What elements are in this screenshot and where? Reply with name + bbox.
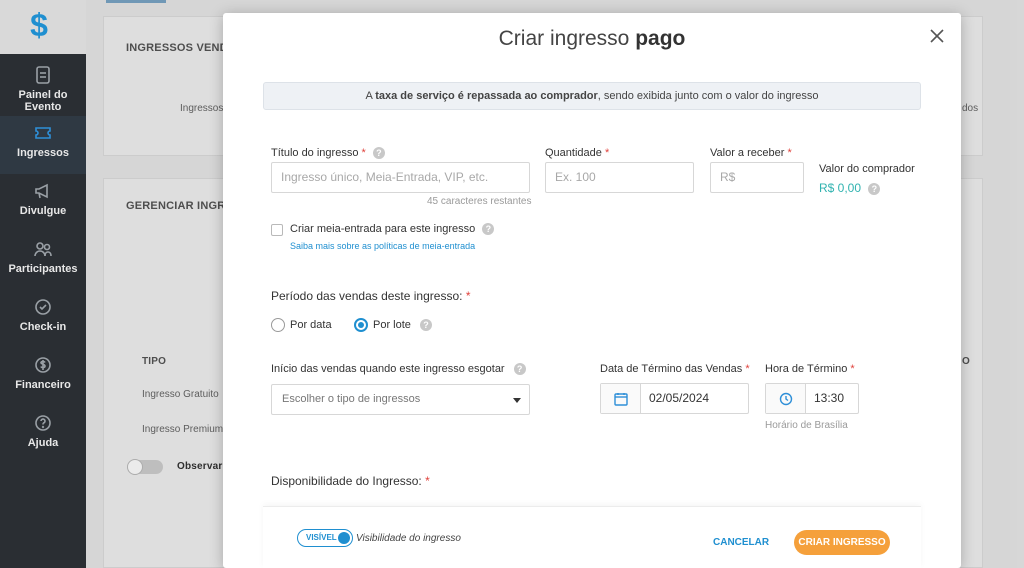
- sidebar-item-participantes[interactable]: Participantes: [0, 232, 86, 290]
- data-termino-value: 02/05/2024: [649, 391, 710, 405]
- hora-termino-input[interactable]: 13:30: [765, 383, 859, 414]
- required-mark: *: [745, 363, 750, 375]
- meia-entrada-checkbox[interactable]: [271, 224, 283, 236]
- sidebar-item-label: Participantes: [8, 263, 78, 275]
- sidebar-item-divulgue[interactable]: Divulgue: [0, 174, 86, 232]
- required-mark: *: [787, 147, 792, 159]
- inicio-select[interactable]: Escolher o tipo de ingressos: [271, 384, 530, 415]
- question-icon: [33, 413, 53, 433]
- meia-entrada-label: Criar meia-entrada para este ingresso ?: [290, 223, 495, 236]
- service-fee-banner: A taxa de serviço é repassada ao comprad…: [263, 82, 921, 110]
- titulo-label-text: Título do ingresso: [271, 147, 359, 159]
- valor-label-text: Valor a receber: [710, 147, 785, 159]
- title-bold: pago: [635, 27, 686, 50]
- comprador-label: Valor do comprador: [819, 163, 915, 175]
- hora-termino-label: Hora de Término *: [765, 363, 855, 375]
- calendar-icon[interactable]: [601, 384, 641, 413]
- periodo-label: Período das vendas deste ingresso: *: [271, 289, 470, 303]
- logo-area: $: [0, 0, 86, 54]
- banner-bold: taxa de serviço é repassada ao comprador: [375, 90, 598, 102]
- valor-input[interactable]: R$: [710, 162, 804, 193]
- clock-icon[interactable]: [766, 384, 806, 413]
- disponibilidade-label: Disponibilidade do Ingresso: *: [271, 474, 430, 488]
- hora-termino-label-text: Hora de Término: [765, 363, 848, 375]
- users-icon: [33, 239, 53, 259]
- help-icon[interactable]: ?: [372, 147, 385, 160]
- titulo-char-count: 45 caracteres restantes: [427, 196, 532, 207]
- sidebar-item-ingressos[interactable]: Ingressos: [0, 116, 86, 174]
- required-mark: *: [465, 289, 471, 303]
- sidebar-item-painel[interactable]: Painel do Evento: [0, 58, 86, 116]
- required-mark: *: [850, 363, 855, 375]
- sidebar-item-label: Financeiro: [15, 379, 71, 391]
- modal-title: Criar ingresso pago: [223, 27, 961, 51]
- document-icon: [33, 65, 53, 85]
- toggle-knob: [338, 532, 350, 544]
- inicio-placeholder: Escolher o tipo de ingressos: [282, 393, 421, 405]
- comprador-value: R$ 0,00 ?: [819, 181, 881, 195]
- valor-placeholder: R$: [720, 170, 736, 184]
- quantidade-label: Quantidade *: [545, 147, 609, 159]
- chevron-down-icon: [513, 398, 521, 403]
- required-mark: *: [604, 147, 610, 159]
- meia-entrada-label-text: Criar meia-entrada para este ingresso: [290, 223, 476, 235]
- help-icon[interactable]: ?: [513, 363, 526, 376]
- create-ticket-button[interactable]: CRIAR INGRESSO: [794, 530, 890, 555]
- titulo-placeholder: Ingresso único, Meia-Entrada, VIP, etc.: [281, 170, 489, 184]
- disponibilidade-label-text: Disponibilidade do Ingresso:: [271, 474, 422, 488]
- data-termino-label: Data de Término das Vendas *: [600, 363, 750, 375]
- sidebar: $ Painel do Evento Ingressos Divulgue Pa…: [0, 0, 86, 568]
- quantidade-label-text: Quantidade: [545, 147, 602, 159]
- sidebar-item-label: Painel do Evento: [18, 89, 68, 113]
- modal-footer: VISÍVEL Visibilidade do ingresso CANCELA…: [263, 506, 921, 568]
- visibility-label: Visibilidade do ingresso: [356, 533, 461, 544]
- inicio-label: Início das vendas quando este ingresso e…: [271, 363, 526, 376]
- sidebar-item-ajuda[interactable]: Ajuda: [0, 406, 86, 464]
- title-prefix: Criar ingresso: [498, 27, 636, 50]
- periodo-label-text: Período das vendas deste ingresso:: [271, 289, 463, 303]
- dollar-icon: [33, 355, 53, 375]
- cancel-button[interactable]: CANCELAR: [713, 537, 769, 548]
- help-icon[interactable]: ?: [482, 223, 495, 236]
- visibility-toggle[interactable]: VISÍVEL: [297, 529, 353, 547]
- comprador-value-text: R$ 0,00: [819, 181, 862, 195]
- sidebar-item-checkin[interactable]: Check-in: [0, 290, 86, 348]
- banner-prefix: A: [365, 90, 376, 102]
- sidebar-item-label: Ajuda: [27, 437, 59, 449]
- app-logo[interactable]: $: [29, 9, 49, 41]
- hora-termino-value: 13:30: [814, 391, 845, 405]
- sidebar-item-label: Check-in: [19, 321, 67, 333]
- quantidade-input[interactable]: Ex. 100: [545, 162, 694, 193]
- close-icon[interactable]: [928, 27, 946, 45]
- data-termino-label-text: Data de Término das Vendas: [600, 363, 743, 375]
- create-ticket-modal: Criar ingresso pago A taxa de serviço é …: [223, 13, 961, 568]
- horario-brasilia-hint: Horário de Brasília: [765, 420, 848, 431]
- megaphone-icon: [33, 181, 53, 201]
- titulo-input[interactable]: Ingresso único, Meia-Entrada, VIP, etc.: [271, 162, 530, 193]
- por-data-label: Por data: [290, 319, 332, 331]
- help-icon[interactable]: ?: [419, 319, 432, 332]
- help-icon[interactable]: ?: [868, 182, 881, 195]
- required-mark: *: [361, 147, 366, 159]
- radio-por-lote[interactable]: [354, 318, 368, 332]
- sidebar-item-financeiro[interactable]: Financeiro: [0, 348, 86, 406]
- quantidade-placeholder: Ex. 100: [555, 170, 596, 184]
- radio-por-data[interactable]: [271, 318, 285, 332]
- por-lote-label: Por lote ?: [373, 319, 432, 332]
- titulo-label: Título do ingresso * ?: [271, 147, 385, 160]
- check-circle-icon: [33, 297, 53, 317]
- sidebar-item-label: Divulgue: [19, 205, 67, 217]
- por-lote-label-text: Por lote: [373, 319, 411, 331]
- toggle-label: VISÍVEL: [306, 533, 337, 542]
- sidebar-item-label: Ingressos: [17, 147, 69, 159]
- meia-entrada-policy-link[interactable]: Saiba mais sobre as políticas de meia-en…: [290, 241, 475, 251]
- data-termino-input[interactable]: 02/05/2024: [600, 383, 749, 414]
- required-mark: *: [425, 474, 430, 488]
- ticket-icon: [33, 123, 53, 143]
- valor-label: Valor a receber *: [710, 147, 792, 159]
- banner-suffix: , sendo exibida junto com o valor do ing…: [597, 90, 819, 102]
- inicio-label-text: Início das vendas quando este ingresso e…: [271, 363, 505, 375]
